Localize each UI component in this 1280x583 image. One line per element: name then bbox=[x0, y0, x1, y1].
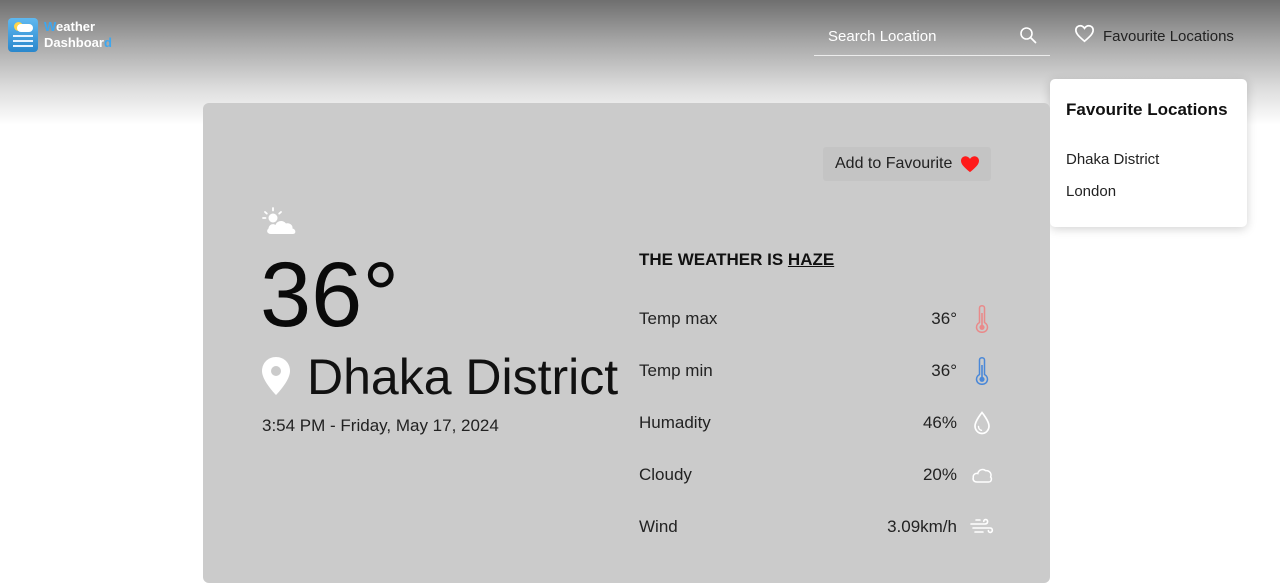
detail-row-humidity: Humadity 46% bbox=[639, 409, 995, 437]
detail-value: 36° bbox=[931, 309, 957, 328]
favourite-item-london[interactable]: London bbox=[1066, 183, 1116, 200]
location-pin-icon bbox=[261, 356, 291, 401]
thermometer-hot-icon bbox=[969, 305, 995, 333]
search-icon[interactable] bbox=[1019, 26, 1037, 49]
detail-row-cloudy: Cloudy 20% bbox=[639, 461, 995, 489]
detail-row-temp-max: Temp max 36° bbox=[639, 305, 995, 333]
thermometer-cold-icon bbox=[969, 357, 995, 385]
detail-label: Temp max bbox=[639, 309, 718, 328]
heart-filled-icon bbox=[961, 156, 979, 173]
logo-icon bbox=[8, 18, 38, 52]
condition-value: HAZE bbox=[787, 250, 835, 269]
detail-value: 3.09km/h bbox=[887, 517, 957, 536]
location-name: Dhaka District bbox=[307, 349, 619, 405]
wind-icon bbox=[969, 513, 995, 541]
detail-label: Wind bbox=[639, 517, 678, 536]
add-to-favourite-label: Add to Favourite bbox=[835, 155, 953, 172]
haze-weather-icon bbox=[261, 206, 299, 243]
weather-card: Add to Favourite 36° Dhaka District 3:54… bbox=[203, 103, 1050, 583]
search-bar bbox=[814, 16, 1050, 56]
dropdown-title: Favourite Locations bbox=[1066, 100, 1228, 119]
detail-label: Cloudy bbox=[639, 465, 692, 484]
droplet-icon bbox=[969, 409, 995, 437]
detail-label: Temp min bbox=[639, 361, 713, 380]
favourite-locations-label: Favourite Locations bbox=[1103, 27, 1234, 45]
search-input[interactable] bbox=[826, 24, 1020, 48]
current-temperature: 36° bbox=[260, 244, 400, 346]
add-to-favourite-button[interactable]: Add to Favourite bbox=[823, 147, 991, 181]
detail-value: 20% bbox=[922, 465, 957, 484]
logo-text: Weather Dashboard bbox=[44, 19, 112, 51]
condition-prefix: THE WEATHER IS bbox=[639, 250, 784, 269]
favourites-dropdown: Favourite Locations Dhaka District Londo… bbox=[1050, 79, 1247, 227]
heart-outline-icon bbox=[1074, 24, 1095, 48]
favourite-item-dhaka[interactable]: Dhaka District bbox=[1066, 151, 1159, 168]
favourite-locations-link[interactable]: Favourite Locations bbox=[1074, 24, 1234, 48]
detail-row-temp-min: Temp min 36° bbox=[639, 357, 995, 385]
cloud-icon bbox=[969, 461, 995, 489]
detail-value: 46% bbox=[922, 413, 957, 432]
logo-line-2: Dashboard bbox=[44, 35, 112, 50]
detail-value: 36° bbox=[931, 361, 957, 380]
detail-row-wind: Wind 3.09km/h bbox=[639, 513, 995, 541]
weather-condition: THE WEATHER IS HAZE bbox=[639, 250, 834, 270]
date-time: 3:54 PM - Friday, May 17, 2024 bbox=[262, 416, 499, 435]
app-logo[interactable]: Weather Dashboard bbox=[8, 18, 112, 52]
logo-line-1: Weather bbox=[44, 19, 96, 34]
detail-label: Humadity bbox=[639, 413, 711, 432]
